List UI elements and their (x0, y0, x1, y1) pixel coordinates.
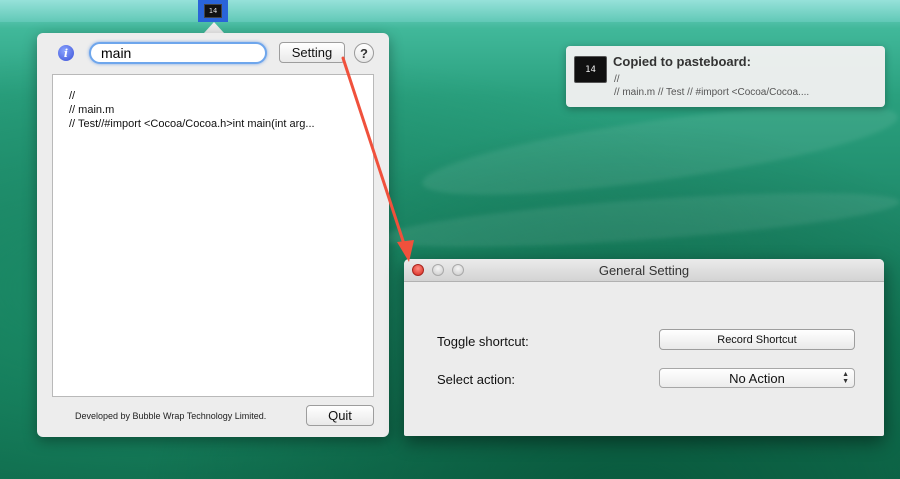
select-action-label: Select action: (437, 372, 516, 387)
developer-credit: Developed by Bubble Wrap Technology Limi… (75, 411, 267, 421)
content-line: // main.m (69, 104, 115, 116)
window-title: General Setting (598, 263, 690, 278)
setting-button[interactable]: Setting (279, 42, 345, 63)
popover-arrow (204, 22, 224, 33)
help-button[interactable]: ? (354, 43, 374, 63)
content-line: // Test//#import <Cocoa/Cocoa.h>int main… (69, 118, 315, 130)
action-select-value: No Action (729, 370, 785, 386)
toggle-shortcut-label: Toggle shortcut: (437, 334, 529, 349)
select-arrows-icon: ▲ ▼ (842, 371, 849, 385)
notification-banner[interactable]: 14 Copied to pasteboard: // // main.m //… (566, 46, 885, 107)
menu-bar (0, 0, 900, 22)
record-shortcut-button[interactable]: Record Shortcut (659, 329, 855, 350)
notification-line: // (614, 74, 620, 85)
terminal-icon: 14 (204, 4, 222, 18)
clipboard-popover: i Setting ? // // main.m // Test//#impor… (37, 33, 389, 437)
content-line: // (69, 90, 76, 102)
clipboard-content-area[interactable]: // // main.m // Test//#import <Cocoa/Coc… (52, 74, 374, 397)
terminal-icon: 14 (574, 56, 607, 83)
status-bar-item[interactable]: 14 (198, 0, 228, 22)
title-bar[interactable]: General Setting (404, 259, 884, 282)
notification-title: Copied to pasteboard: (613, 54, 751, 69)
notification-line: // main.m // Test // #import <Cocoa/Coco… (614, 87, 810, 98)
general-setting-window: General Setting Toggle shortcut: Record … (404, 259, 884, 436)
quit-button[interactable]: Quit (306, 405, 374, 426)
search-input[interactable] (89, 42, 267, 64)
action-select[interactable]: No Action ▲ ▼ (659, 368, 855, 388)
info-icon[interactable]: i (58, 45, 74, 61)
